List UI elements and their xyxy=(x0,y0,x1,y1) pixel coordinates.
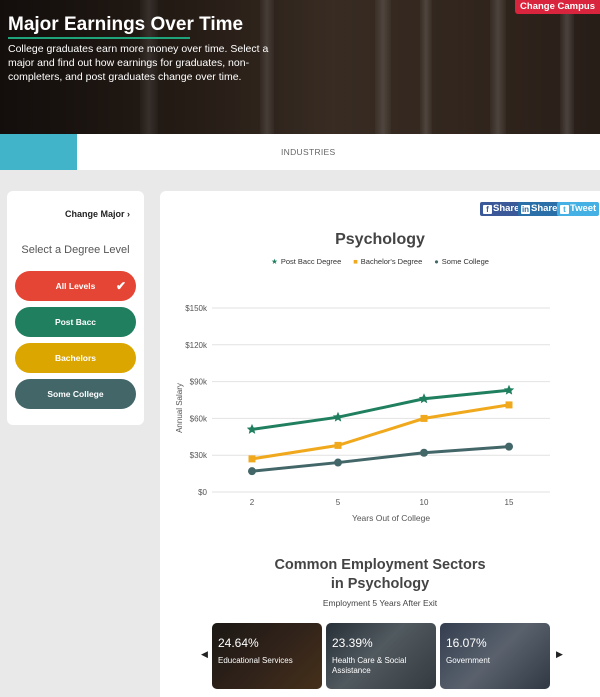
chevron-right-icon: › xyxy=(127,209,130,219)
y-axis-label: Annual Salary xyxy=(175,383,184,433)
change-major-link[interactable]: Change Major › xyxy=(65,209,130,219)
x-tick-label: 15 xyxy=(505,498,514,507)
sector-card-education[interactable]: 24.64% Educational Services xyxy=(212,623,322,689)
title-underline xyxy=(8,37,190,39)
post-bacc-button[interactable]: Post Bacc xyxy=(15,307,136,337)
legend-item-some-college[interactable]: ● Some College xyxy=(434,257,489,266)
sector-label: Health Care & Social Assistance xyxy=(332,656,407,675)
page-title: Major Earnings Over Time xyxy=(8,14,244,35)
salary-line-chart: $0 $30k $60k $90k $120k $150k 2 5 10 15 Years Out … xyxy=(175,304,550,523)
linkedin-share-label: Share xyxy=(531,203,558,214)
y-tick-label: $150k xyxy=(185,304,208,313)
data-point xyxy=(332,411,344,422)
data-point xyxy=(505,442,513,451)
legend-item-post-bacc[interactable]: ★ Post Bacc Degree xyxy=(271,257,341,266)
linkedin-share-button[interactable]: in Share xyxy=(518,202,561,216)
sectors-title-line2: in Psychology xyxy=(330,576,430,592)
twitter-share-label: Tweet xyxy=(570,203,597,214)
checkmark-icon: ✔ xyxy=(115,279,126,293)
circle-icon: ● xyxy=(434,257,439,266)
x-tick-label: 2 xyxy=(250,498,255,507)
twitter-share-button[interactable]: t Tweet xyxy=(557,202,600,216)
degree-level-heading: Select a Degree Level xyxy=(21,244,130,256)
sectors-title: Common Employment Sectors in Psychology xyxy=(160,556,600,594)
twitter-icon: t xyxy=(560,205,569,214)
sectors-subtitle: Employment 5 Years After Exit xyxy=(322,598,438,608)
all-levels-label: All Levels xyxy=(55,281,96,291)
data-point xyxy=(505,401,513,409)
y-tick-label: $90k xyxy=(190,378,208,387)
sectors-title-line1: Common Employment Sectors xyxy=(274,557,486,573)
some-college-button[interactable]: Some College xyxy=(15,379,136,409)
chart-title: Psychology xyxy=(335,231,425,248)
legend-label-bachelors: Bachelor's Degree xyxy=(360,257,423,266)
bachelors-button[interactable]: Bachelors xyxy=(15,343,136,373)
facebook-icon: f xyxy=(483,205,492,214)
legend-label-post-bacc: Post Bacc Degree xyxy=(280,257,342,266)
facebook-share-button[interactable]: f Share xyxy=(480,202,523,216)
sector-card-government[interactable]: 16.07% Government xyxy=(440,623,550,689)
carousel-prev-icon[interactable]: ◀ xyxy=(201,649,208,660)
data-point xyxy=(246,423,258,434)
sector-percent: 23.39% xyxy=(332,636,373,650)
data-point xyxy=(334,441,342,449)
x-tick-label: 10 xyxy=(420,498,429,507)
data-point xyxy=(420,448,428,457)
tab-earnings[interactable] xyxy=(0,134,77,170)
x-axis-label: Years Out of College xyxy=(352,513,430,523)
page-description: College graduates earn more money over t… xyxy=(8,43,269,83)
data-point xyxy=(334,458,342,467)
chart-legend: ★ Post Bacc Degree ■ Bachelor's Degree ● So… xyxy=(160,257,600,266)
degree-sidebar: Change Major › Select a Degree Level All… xyxy=(7,191,144,425)
linkedin-icon: in xyxy=(521,205,530,214)
star-icon: ★ xyxy=(271,257,278,266)
data-point xyxy=(418,393,430,404)
change-campus-button[interactable]: Change Campus xyxy=(515,0,600,14)
square-icon: ■ xyxy=(353,257,358,266)
sector-label: Government xyxy=(446,656,491,665)
y-tick-label: $30k xyxy=(190,451,208,460)
sector-percent: 24.64% xyxy=(218,636,259,650)
carousel-next-icon[interactable]: ▶ xyxy=(556,649,563,660)
data-point xyxy=(248,455,256,463)
y-tick-label: $0 xyxy=(198,488,207,497)
series-line xyxy=(251,445,510,473)
facebook-share-label: Share xyxy=(493,203,520,214)
main-panel: f Share in Share t Tweet Psychology ★ Post B… xyxy=(160,191,600,697)
all-levels-button[interactable]: All Levels ✔ xyxy=(15,271,136,301)
tab-industries[interactable]: INDUSTRIES xyxy=(281,147,335,157)
y-tick-label: $120k xyxy=(185,341,208,350)
data-point xyxy=(420,414,428,422)
sector-card-health[interactable]: 23.39% Health Care & Social Assistance xyxy=(326,623,436,689)
data-point xyxy=(503,384,515,395)
x-tick-label: 5 xyxy=(336,498,341,507)
legend-label-some-college: Some College xyxy=(441,257,489,266)
hero-banner: Major Earnings Over Time College graduat… xyxy=(0,0,600,134)
sector-percent: 16.07% xyxy=(446,636,487,650)
sector-label: Educational Services xyxy=(218,656,293,665)
tab-bar: INDUSTRIES xyxy=(0,134,600,170)
y-tick-label: $60k xyxy=(190,414,208,423)
legend-item-bachelors[interactable]: ■ Bachelor's Degree xyxy=(353,257,422,266)
change-major-label: Change Major xyxy=(64,209,125,219)
data-point xyxy=(248,467,256,476)
